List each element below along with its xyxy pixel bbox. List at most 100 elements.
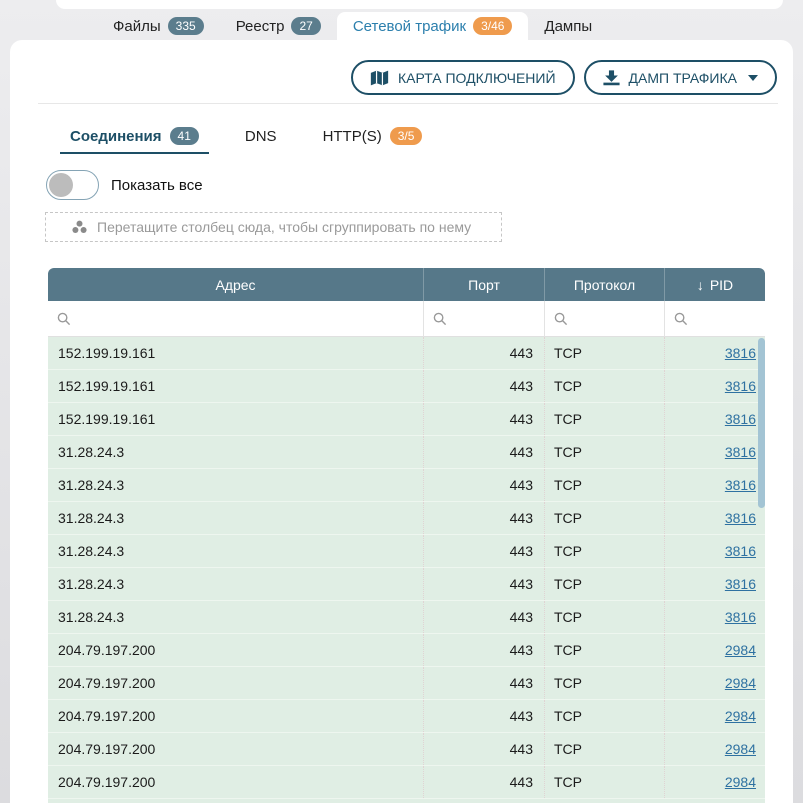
pid-link[interactable]: 3816 (725, 345, 756, 361)
pid-link[interactable]: 3816 (725, 609, 756, 625)
toolbar: КАРТА ПОДКЛЮЧЕНИЙ ДАМП ТРАФИКА (351, 60, 777, 95)
tab-registry[interactable]: Реестр27 (220, 12, 337, 40)
table-row[interactable]: 31.28.24.3443TCP3816 (48, 568, 765, 601)
pid-link[interactable]: 3816 (725, 378, 756, 394)
tab-network[interactable]: Сетевой трафик3/46 (337, 12, 529, 40)
cell-protocol: TCP (545, 700, 665, 732)
cell-port: 443 (424, 766, 545, 798)
table-row[interactable]: 31.28.24.3443TCP3816 (48, 469, 765, 502)
cell-pid: 2984 (665, 733, 765, 765)
table-row[interactable]: 204.79.197.200443TCP2984 (48, 667, 765, 700)
cell-address: 204.79.197.200 (48, 766, 424, 798)
filter-input-port[interactable] (424, 301, 545, 337)
cell-port: 443 (424, 700, 545, 732)
cell-port: 443 (424, 634, 545, 666)
table-row[interactable]: 152.199.19.161443TCP3816 (48, 403, 765, 436)
table-row[interactable]: 204.79.197.200443TCP2984 (48, 634, 765, 667)
cell-protocol: TCP (545, 370, 665, 402)
table-row[interactable]: 152.199.19.161443TCP 3816 (48, 337, 765, 370)
table-row[interactable]: 31.28.24.3443TCP3816 (48, 535, 765, 568)
table-row[interactable]: 152.199.19.161443TCP 3816 (48, 370, 765, 403)
table-row[interactable]: 204.79.197.200443TCP2984 (48, 733, 765, 766)
table-row[interactable]: 204.79.197.200443TCP 2984 (48, 700, 765, 733)
table-row[interactable]: 31.28.24.3443TCP3816 (48, 436, 765, 469)
cell-pid: 3816 (665, 436, 765, 468)
subtab-https[interactable]: HTTP(S) 3/5 (313, 120, 433, 154)
column-header-port[interactable]: Порт (424, 268, 545, 301)
column-label: Протокол (574, 277, 635, 293)
subtab-dns[interactable]: DNS (235, 120, 287, 154)
search-icon (57, 312, 71, 326)
pid-link[interactable]: 2984 (725, 675, 756, 691)
cell-address: 31.28.24.3 (48, 535, 424, 567)
cell-pid: 2984 (665, 700, 765, 732)
tab-label: Файлы (113, 18, 161, 35)
cell-port: 443 (424, 436, 545, 468)
traffic-dump-button[interactable]: ДАМП ТРАФИКА (584, 60, 777, 95)
pid-link[interactable]: 3816 (725, 576, 756, 592)
pid-link[interactable]: 3816 (725, 411, 756, 427)
column-header-address[interactable]: Адрес (48, 268, 424, 301)
cell-port: 443 (424, 337, 545, 369)
column-header-protocol[interactable]: Протокол (545, 268, 665, 301)
network-traffic-panel: КАРТА ПОДКЛЮЧЕНИЙ ДАМП ТРАФИКА Соединени… (10, 40, 793, 803)
column-header-pid[interactable]: ↓PID (665, 268, 765, 301)
group-by-drop-zone[interactable]: Перетащите столбец сюда, чтобы сгруппиро… (45, 212, 502, 242)
chevron-down-icon (748, 75, 758, 81)
cell-pid: 3816 (665, 502, 765, 534)
pid-link[interactable]: 3816 (725, 444, 756, 460)
cell-address: 152.199.19.161 (48, 337, 424, 369)
table-row[interactable]: 204.79.197.200443TCP 2984 (48, 766, 765, 799)
connection-map-button[interactable]: КАРТА ПОДКЛЮЧЕНИЙ (351, 60, 575, 95)
traffic-dump-label: ДАМП ТРАФИКА (629, 70, 737, 86)
cell-pid: 3816 (665, 601, 765, 633)
count-badge: 27 (291, 17, 320, 35)
pid-link[interactable]: 2984 (725, 774, 756, 790)
cell-address: 31.28.24.3 (48, 568, 424, 600)
cell-protocol: TCP (545, 634, 665, 666)
table-scrollbar[interactable] (758, 338, 765, 508)
cell-address: 31.28.24.3 (48, 436, 424, 468)
cell-pid: 3816 (665, 469, 765, 501)
cell-protocol: TCP (545, 766, 665, 798)
cell-port: 443 (424, 502, 545, 534)
count-badge: 3/5 (390, 127, 423, 145)
download-icon (603, 70, 620, 86)
pid-link[interactable]: 2984 (725, 708, 756, 724)
tab-label: Сетевой трафик (353, 18, 466, 35)
tab-files[interactable]: Файлы 335 (97, 12, 220, 40)
table-row[interactable]: 31.28.24.3443TCP3816 (48, 601, 765, 634)
cell-protocol: TCP (545, 667, 665, 699)
cell-port: 443 (424, 370, 545, 402)
subtab-connections[interactable]: Соединения41 (60, 120, 209, 154)
cell-port: 443 (424, 568, 545, 600)
subtab-label: HTTP(S) (323, 128, 382, 145)
show-all-toggle[interactable] (46, 170, 99, 200)
cell-protocol: TCP (545, 337, 665, 369)
tab-dumps[interactable]: Дампы (528, 12, 608, 40)
sub-tab-bar: Соединения41 DNS HTTP(S) 3/5 (60, 120, 432, 154)
filter-input-pid[interactable] (665, 301, 765, 337)
cell-address: 152.199.19.161 (48, 370, 424, 402)
table-row[interactable]: 31.28.24.3443TCP3816 (48, 502, 765, 535)
pid-link[interactable]: 2984 (725, 741, 756, 757)
pid-link[interactable]: 3816 (725, 543, 756, 559)
cell-address: 31.28.24.3 (48, 601, 424, 633)
subtab-label: DNS (245, 128, 277, 145)
pid-link[interactable]: 2984 (725, 642, 756, 658)
cell-address: 204.79.197.200 (48, 700, 424, 732)
pid-link[interactable]: 3816 (725, 477, 756, 493)
column-label: Адрес (215, 277, 255, 293)
connection-map-label: КАРТА ПОДКЛЮЧЕНИЙ (398, 70, 556, 86)
pid-link[interactable]: 3816 (725, 510, 756, 526)
filter-input-address[interactable] (48, 301, 424, 337)
toolbar-divider (38, 103, 778, 104)
count-badge: 335 (168, 17, 204, 35)
cell-pid: 2984 (665, 667, 765, 699)
table-header-row: Адрес Порт Протокол ↓PID (48, 268, 765, 301)
search-icon (674, 312, 688, 326)
cell-port: 443 (424, 403, 545, 435)
filter-input-protocol[interactable] (545, 301, 665, 337)
column-label: Порт (468, 277, 500, 293)
cell-port: 443 (424, 469, 545, 501)
